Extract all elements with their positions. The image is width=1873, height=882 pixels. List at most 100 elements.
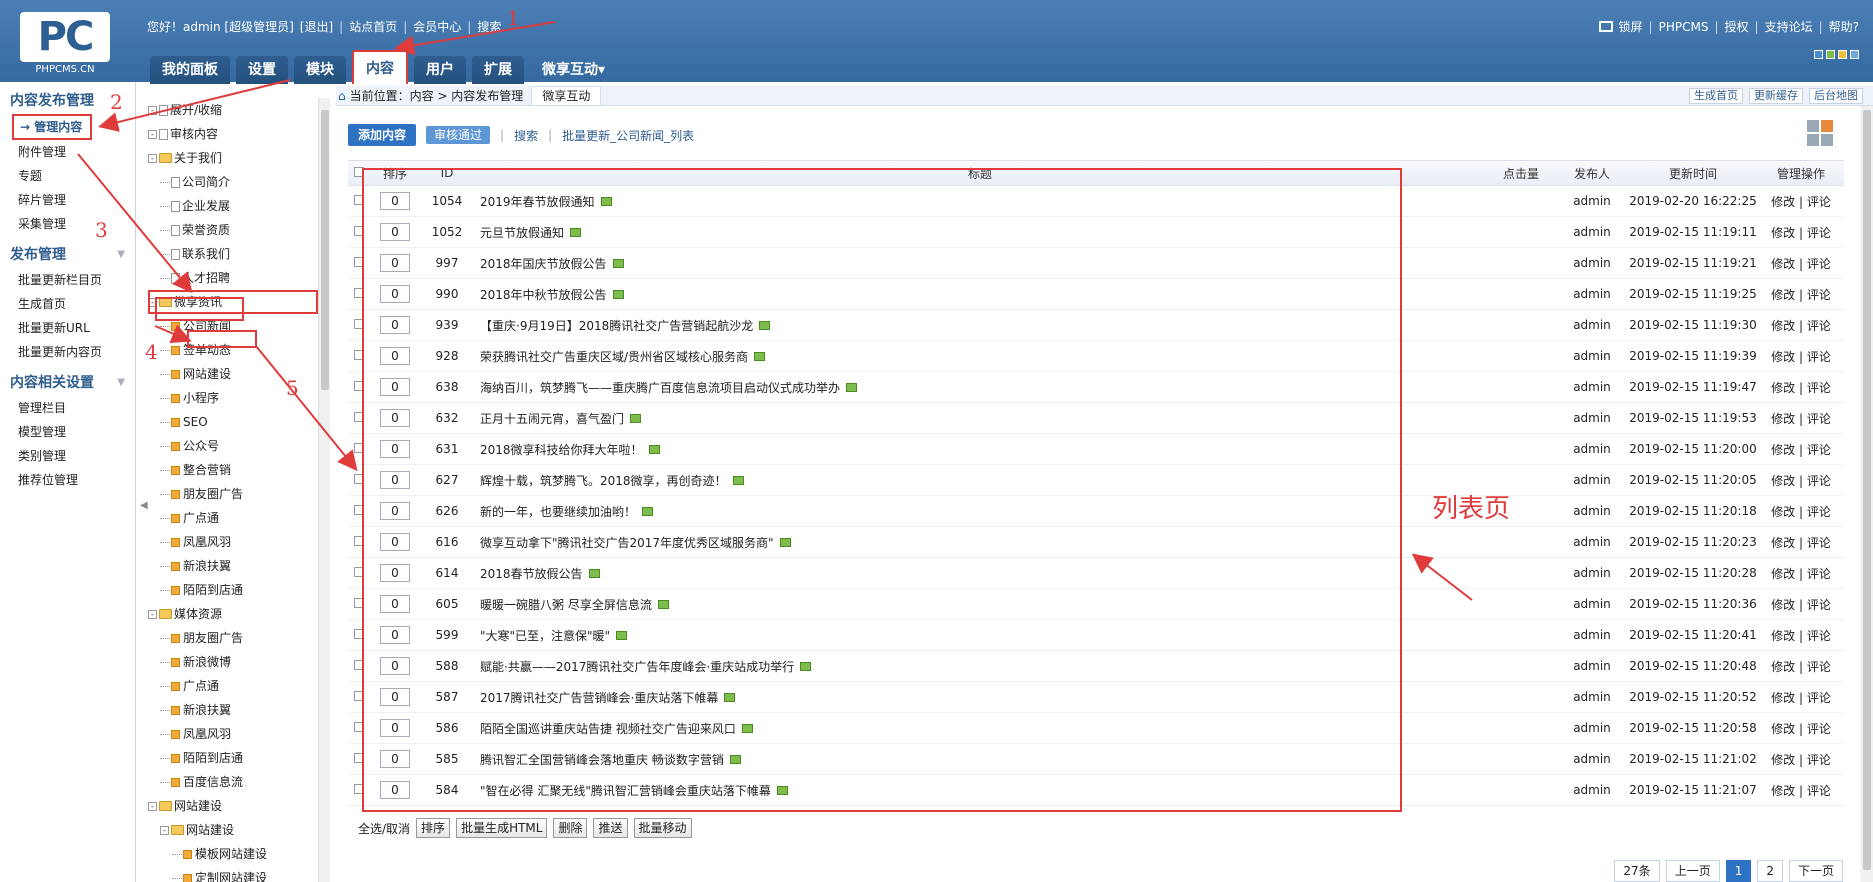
row-title-link[interactable]: 海纳百川，筑梦腾飞——重庆腾广百度信息流项目启动仪式成功举办 [480, 379, 840, 396]
order-input[interactable]: 0 [380, 378, 410, 396]
tab-content[interactable]: 内容 [352, 50, 408, 84]
tab-extend[interactable]: 扩展 [472, 56, 524, 84]
main-scrollbar[interactable] [1861, 106, 1873, 882]
brand-link[interactable]: PHPCMS [1659, 20, 1709, 34]
tree-node[interactable]: 凤凰风羽 [148, 530, 318, 554]
tree-node[interactable]: 定制网站建设 [148, 866, 318, 882]
row-checkbox[interactable] [354, 288, 364, 298]
tree-node[interactable]: 广点通 [148, 674, 318, 698]
sidebar-item-batch-url[interactable]: 批量更新URL [0, 316, 135, 340]
row-actions[interactable]: 修改 | 评论 [1758, 751, 1844, 768]
row-actions[interactable]: 修改 | 评论 [1758, 317, 1844, 334]
tree-node[interactable]: - 关于我们 [148, 146, 318, 170]
row-actions[interactable]: 修改 | 评论 [1758, 286, 1844, 303]
tree-node[interactable]: 公司简介 [148, 170, 318, 194]
collapse-left-icon[interactable]: ◀ [140, 500, 148, 511]
row-actions[interactable]: 修改 | 评论 [1758, 782, 1844, 799]
row-checkbox[interactable] [354, 381, 364, 391]
col-order[interactable]: 排序 [370, 165, 420, 182]
select-all-checkbox[interactable] [354, 167, 364, 177]
tree-node[interactable]: 百度信息流 [148, 770, 318, 794]
sidebar-item-special[interactable]: 专题 [0, 164, 135, 188]
tree-node[interactable]: SEO [148, 410, 318, 434]
collapse-toggle-icon[interactable]: - [160, 825, 169, 835]
row-title-link[interactable]: 2019年春节放假通知 [480, 193, 595, 210]
tree-node[interactable]: 模板网站建设 [148, 842, 318, 866]
row-actions[interactable]: 修改 | 评论 [1758, 472, 1844, 489]
row-actions[interactable]: 修改 | 评论 [1758, 348, 1844, 365]
sub-tab-weixiang[interactable]: 微享互动 [531, 85, 602, 106]
row-checkbox[interactable] [354, 195, 364, 205]
sidebar-item-attachments[interactable]: 附件管理 [0, 140, 135, 164]
row-actions[interactable]: 修改 | 评论 [1758, 255, 1844, 272]
row-title-link[interactable]: "智在必得 汇聚无线"腾讯智汇营销峰会重庆站落下帷幕 [480, 782, 771, 799]
row-actions[interactable]: 修改 | 评论 [1758, 627, 1844, 644]
tree-node[interactable]: - 微享资讯 [148, 290, 318, 314]
tree-node[interactable]: 人才招聘 [148, 266, 318, 290]
tree-node[interactable]: 公众号 [148, 434, 318, 458]
tree-node[interactable]: 陌陌到店通 [148, 746, 318, 770]
theme-green-icon[interactable] [1826, 50, 1835, 59]
order-input[interactable]: 0 [380, 192, 410, 210]
row-title-link[interactable]: 陌陌全国巡讲重庆站告捷 视频社交广告迎来风口 [480, 720, 736, 737]
row-title-link[interactable]: 暖暖一碗腊八粥 尽享全屏信息流 [480, 596, 652, 613]
order-input[interactable]: 0 [380, 750, 410, 768]
tree-node[interactable]: - 网站建设 [148, 794, 318, 818]
row-actions[interactable]: 修改 | 评论 [1758, 379, 1844, 396]
order-input[interactable]: 0 [380, 595, 410, 613]
sidebar-item-type[interactable]: 类别管理 [0, 444, 135, 468]
order-input[interactable]: 0 [380, 533, 410, 551]
row-actions[interactable]: 修改 | 评论 [1758, 410, 1844, 427]
update-cache-button[interactable]: 更新缓存 [1749, 87, 1803, 104]
audit-button[interactable]: 审核通过 [426, 126, 491, 144]
tree-node[interactable]: - 审核内容 [148, 122, 318, 146]
group-content-settings[interactable]: 内容相关设置 ▼ [0, 364, 135, 396]
row-actions[interactable]: 修改 | 评论 [1758, 441, 1844, 458]
col-id[interactable]: ID [420, 166, 474, 180]
sidebar-item-manage-category[interactable]: 管理栏目 [0, 396, 135, 420]
tree-node[interactable]: 陌陌到店通 [148, 578, 318, 602]
row-title-link[interactable]: 正月十五闹元宵，喜气盈门 [480, 410, 624, 427]
tree-node[interactable]: 凤凰风羽 [148, 722, 318, 746]
theme-blue-icon[interactable] [1814, 50, 1823, 59]
row-checkbox[interactable] [354, 474, 364, 484]
row-checkbox[interactable] [354, 536, 364, 546]
row-actions[interactable]: 修改 | 评论 [1758, 596, 1844, 613]
delete-button[interactable]: 删除 [553, 818, 588, 838]
row-checkbox[interactable] [354, 629, 364, 639]
row-checkbox[interactable] [354, 660, 364, 670]
search-link[interactable]: 搜索 [514, 127, 538, 144]
gen-home-button[interactable]: 生成首页 [1689, 87, 1743, 104]
collapse-toggle-icon[interactable]: - [148, 801, 157, 811]
sidebar-item-collect[interactable]: 采集管理 [0, 212, 135, 236]
row-checkbox[interactable] [354, 226, 364, 236]
push-button[interactable]: 推送 [593, 818, 628, 838]
forum-link[interactable]: 支持论坛 [1765, 18, 1813, 35]
row-title-link[interactable]: 新的一年，也要继续加油哟！ [480, 503, 636, 520]
tree-node[interactable]: 朋友圈广告 [148, 482, 318, 506]
sidebar-item-manage-content[interactable]: → 管理内容 [12, 114, 92, 140]
collapse-toggle-icon[interactable]: - [148, 297, 157, 307]
row-title-link[interactable]: 2018年中秋节放假公告 [480, 286, 607, 303]
row-title-link[interactable]: 【重庆·9月19日】2018腾讯社交广告营销起航沙龙 [480, 317, 753, 334]
order-input[interactable]: 0 [380, 347, 410, 365]
row-checkbox[interactable] [354, 784, 364, 794]
tree-node[interactable]: 新浪扶翼 [148, 554, 318, 578]
order-input[interactable]: 0 [380, 471, 410, 489]
sort-button[interactable]: 排序 [416, 818, 451, 838]
row-title-link[interactable]: 赋能·共赢——2017腾讯社交广告年度峰会·重庆站成功举行 [480, 658, 794, 675]
member-center-link[interactable]: 会员中心 [413, 18, 461, 35]
order-input[interactable]: 0 [380, 502, 410, 520]
tree-node[interactable]: 企业发展 [148, 194, 318, 218]
order-input[interactable]: 0 [380, 316, 410, 334]
row-title-link[interactable]: 腾讯智汇全国营销峰会落地重庆 畅谈数字营销 [480, 751, 724, 768]
page-2-button[interactable]: 2 [1757, 860, 1783, 882]
row-actions[interactable]: 修改 | 评论 [1758, 193, 1844, 210]
row-checkbox[interactable] [354, 505, 364, 515]
row-actions[interactable]: 修改 | 评论 [1758, 565, 1844, 582]
row-title-link[interactable]: "大寒"已至，注意保"暖" [480, 627, 610, 644]
row-checkbox[interactable] [354, 350, 364, 360]
order-input[interactable]: 0 [380, 688, 410, 706]
tree-node[interactable]: - 媒体资源 [148, 602, 318, 626]
row-checkbox[interactable] [354, 257, 364, 267]
